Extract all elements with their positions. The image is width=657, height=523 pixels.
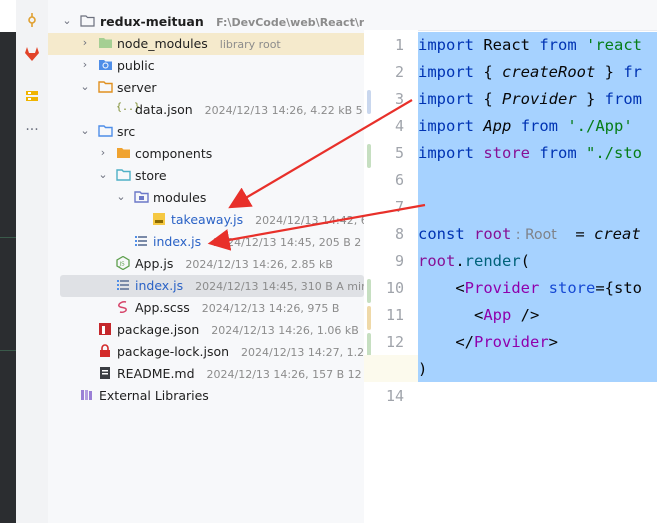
arrow-to-takeaway bbox=[228, 99, 413, 209]
arrow-to-store-index bbox=[207, 203, 426, 251]
annotation-arrows bbox=[207, 99, 426, 251]
